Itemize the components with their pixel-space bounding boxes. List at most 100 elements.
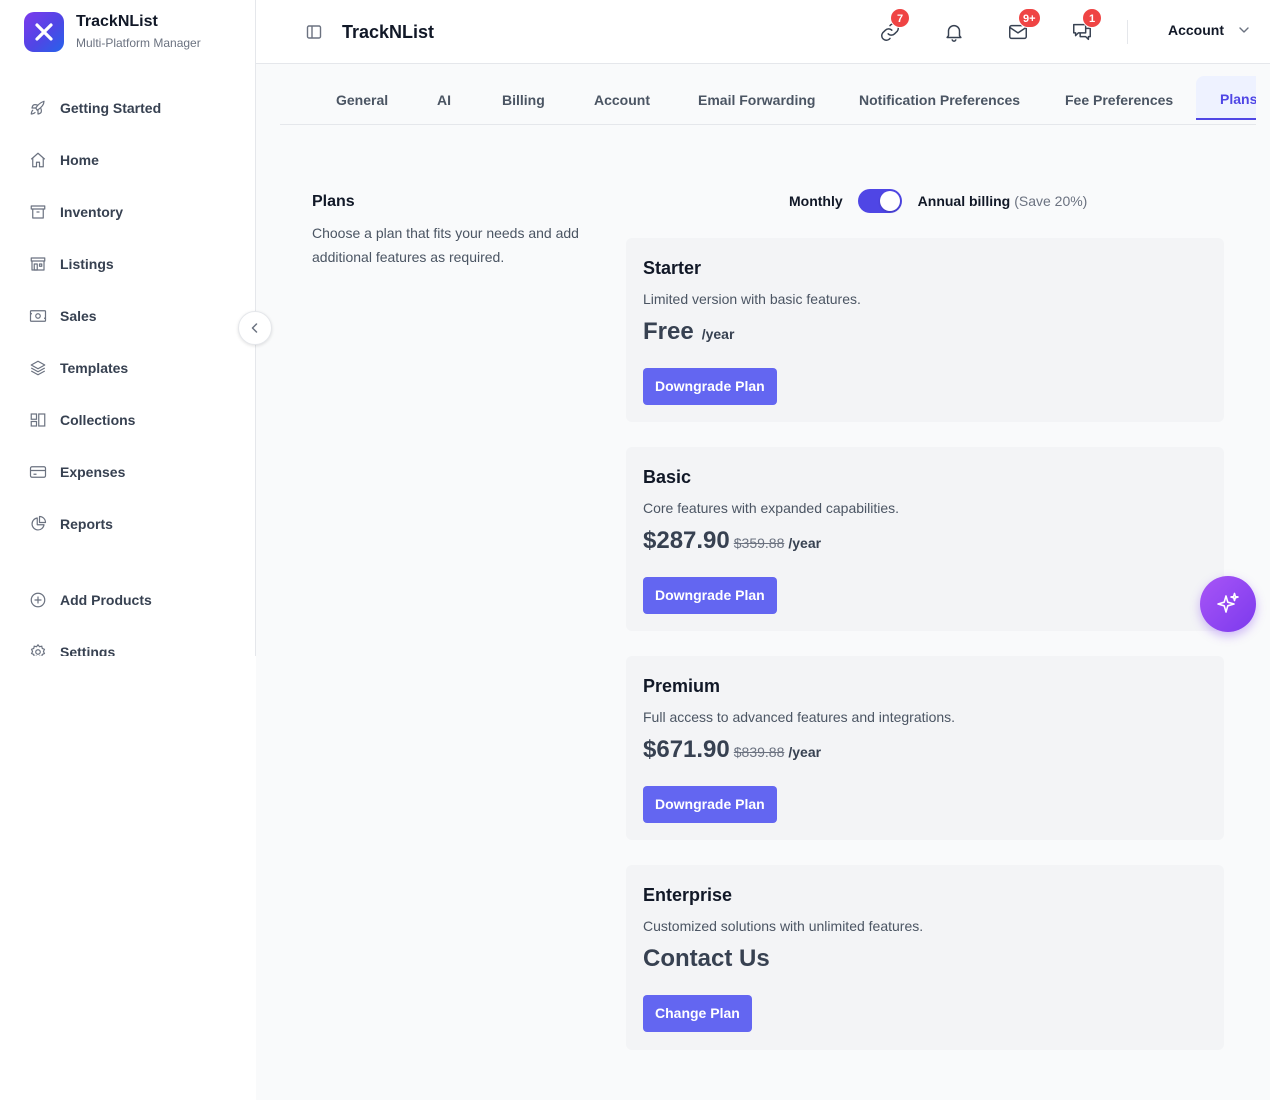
plan-price-period: /year bbox=[788, 535, 822, 551]
plan-description: Limited version with basic features. bbox=[643, 291, 861, 307]
sidebar-item-sales[interactable]: Sales bbox=[28, 304, 97, 328]
sidebar-item-add-products[interactable]: Add Products bbox=[28, 588, 152, 612]
sidebar-item-label: Templates bbox=[60, 360, 129, 376]
plan-price-period: /year bbox=[701, 326, 735, 342]
sidebar-panel-icon bbox=[306, 25, 322, 39]
plan-price-row: $287.90 $359.88 /year bbox=[643, 527, 1207, 561]
sidebar-item-getting-started[interactable]: Getting Started bbox=[28, 96, 161, 120]
bell-icon bbox=[946, 24, 962, 42]
plan-original-price: $839.88 bbox=[733, 744, 785, 760]
gear-icon bbox=[28, 642, 48, 656]
sidebar-item-label: Getting Started bbox=[60, 100, 162, 116]
tab-billing[interactable]: Billing bbox=[502, 76, 545, 124]
mail-count-badge: 9+ bbox=[1018, 8, 1041, 28]
downgrade-plan-button[interactable]: Downgrade Plan bbox=[643, 577, 777, 614]
header-divider bbox=[1127, 20, 1128, 44]
tab-notification-preferences[interactable]: Notification Preferences bbox=[859, 76, 1020, 124]
chevron-down-icon bbox=[1239, 27, 1249, 33]
sidebar-empty-area bbox=[0, 656, 256, 1100]
plan-description: Customized solutions with unlimited feat… bbox=[643, 918, 924, 934]
home-icon bbox=[28, 150, 48, 170]
mail-button[interactable]: 9+ bbox=[1006, 8, 1041, 44]
plan-description: Core features with expanded capabilities… bbox=[643, 500, 900, 516]
rocket-icon bbox=[28, 98, 48, 118]
archive-icon bbox=[28, 202, 48, 222]
plan-card-starter: Starter Limited version with basic featu… bbox=[626, 238, 1224, 422]
links-button[interactable]: 7 bbox=[878, 8, 910, 44]
plan-name: Enterprise bbox=[643, 885, 733, 905]
tab-account[interactable]: Account bbox=[594, 76, 650, 124]
plan-price: $671.90 bbox=[643, 736, 730, 763]
sidebar-item-label: Collections bbox=[60, 412, 136, 428]
annual-billing-switch[interactable] bbox=[857, 189, 902, 213]
sidebar-item-label: Inventory bbox=[60, 204, 124, 220]
chat-button[interactable]: 1 bbox=[1070, 8, 1102, 44]
plan-name: Basic bbox=[643, 467, 692, 487]
plan-description: Full access to advanced features and int… bbox=[643, 709, 956, 725]
sidebar-item-label: Sales bbox=[60, 308, 97, 324]
settings-tabs: General AI Billing Account Email Forward… bbox=[280, 76, 1256, 125]
tab-fee-preferences[interactable]: Fee Preferences bbox=[1065, 76, 1173, 124]
tab-general[interactable]: General bbox=[336, 76, 388, 124]
billing-period-toggle-row: Monthly Annual billing (Save 20%) bbox=[789, 188, 1087, 214]
downgrade-plan-button[interactable]: Downgrade Plan bbox=[643, 368, 777, 405]
sidebar-item-expenses[interactable]: Expenses bbox=[28, 460, 125, 484]
cash-icon bbox=[28, 306, 48, 326]
sidebar-item-settings[interactable]: Settings bbox=[28, 640, 115, 656]
plan-price-period: /year bbox=[788, 744, 822, 760]
account-menu[interactable]: Account bbox=[1168, 22, 1250, 38]
sidebar-item-label: Add Products bbox=[60, 592, 152, 608]
sidebar-item-label: Settings bbox=[60, 644, 116, 656]
chevron-left-icon bbox=[251, 323, 258, 333]
sidebar-item-reports[interactable]: Reports bbox=[28, 512, 113, 536]
tab-plans[interactable]: Plans bbox=[1196, 76, 1256, 120]
plan-price-row: Free /year bbox=[643, 318, 1207, 352]
sidebar-item-home[interactable]: Home bbox=[28, 148, 99, 172]
plan-card-premium: Premium Full access to advanced features… bbox=[626, 656, 1224, 840]
plan-original-price: $359.88 bbox=[733, 535, 785, 551]
annual-savings-note: (Save 20%) bbox=[1014, 193, 1088, 209]
sidebar-item-label: Reports bbox=[60, 516, 113, 532]
sidebar: TrackNList Multi-Platform Manager Gettin… bbox=[0, 0, 256, 656]
credit-card-icon bbox=[28, 462, 48, 482]
plus-circle-icon bbox=[28, 590, 48, 610]
notifications-button[interactable] bbox=[942, 20, 966, 44]
store-icon bbox=[28, 254, 48, 274]
sidebar-item-listings[interactable]: Listings bbox=[28, 252, 114, 276]
downgrade-plan-button[interactable]: Downgrade Plan bbox=[643, 786, 777, 823]
page-title: TrackNList bbox=[342, 22, 435, 42]
links-count-badge: 7 bbox=[890, 8, 910, 28]
plan-card-enterprise: Enterprise Customized solutions with unl… bbox=[626, 865, 1224, 1050]
brand-subtitle: Multi-Platform Manager bbox=[76, 36, 201, 50]
sidebar-toggle-button[interactable] bbox=[304, 22, 324, 42]
switch-knob bbox=[879, 191, 900, 211]
plans-section-title: Plans bbox=[312, 193, 355, 210]
monthly-label: Monthly bbox=[789, 193, 843, 209]
plan-price: Contact Us bbox=[643, 945, 770, 972]
tab-email-forwarding[interactable]: Email Forwarding bbox=[698, 76, 815, 124]
sidebar-item-label: Listings bbox=[60, 256, 114, 272]
plan-card-basic: Basic Core features with expanded capabi… bbox=[626, 447, 1224, 631]
sidebar-item-templates[interactable]: Templates bbox=[28, 356, 128, 380]
annual-billing-label: Annual billing bbox=[917, 193, 1011, 209]
account-label: Account bbox=[1168, 22, 1224, 38]
plan-price: $287.90 bbox=[643, 527, 730, 554]
plan-name: Premium bbox=[643, 676, 721, 696]
top-header: TrackNList 7 9+ 1 Account bbox=[256, 0, 1270, 64]
brand-name: TrackNList bbox=[76, 13, 158, 30]
plans-section-description: Choose a plan that fits your needs and a… bbox=[312, 225, 579, 265]
chat-count-badge: 1 bbox=[1082, 8, 1102, 28]
change-plan-button[interactable]: Change Plan bbox=[643, 995, 752, 1032]
sidebar-item-label: Home bbox=[60, 152, 99, 168]
collection-icon bbox=[28, 410, 48, 430]
sparkles-icon bbox=[1217, 592, 1239, 613]
plan-name: Starter bbox=[643, 258, 702, 278]
brand[interactable]: TrackNList Multi-Platform Manager bbox=[24, 12, 201, 52]
sidebar-item-inventory[interactable]: Inventory bbox=[28, 200, 123, 224]
ai-assistant-button[interactable] bbox=[1200, 576, 1256, 632]
tab-ai[interactable]: AI bbox=[437, 76, 451, 124]
sidebar-item-collections[interactable]: Collections bbox=[28, 408, 135, 432]
plan-price-row: $671.90 $839.88 /year bbox=[643, 736, 1207, 770]
collapse-sidebar-button[interactable] bbox=[238, 311, 272, 345]
brand-logo-icon bbox=[24, 12, 64, 52]
